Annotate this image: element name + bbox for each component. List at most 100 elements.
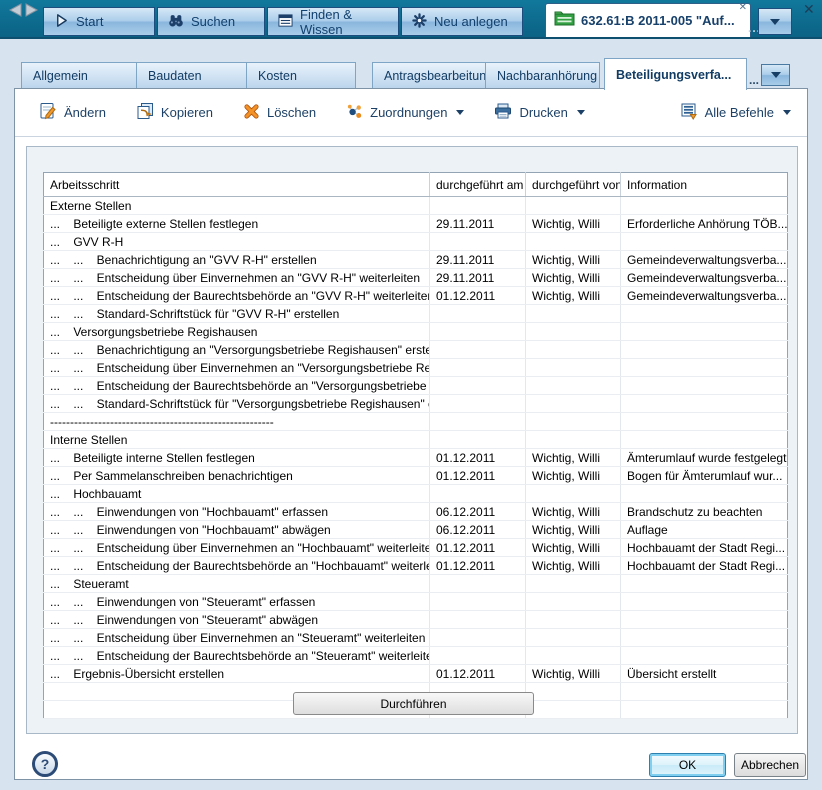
table-row[interactable]: Interne Stellen (44, 431, 788, 449)
table-row[interactable]: ... Per Sammelanschreiben benachrichtige… (44, 467, 788, 485)
table-row[interactable]: ... ... Entscheidung der Baurechtsbehörd… (44, 647, 788, 665)
table-row[interactable]: ... ... Standard-Schriftstück für "GVV R… (44, 305, 788, 323)
create-new-button-label: Neu anlegen (434, 14, 508, 29)
table-row[interactable]: ... ... Benachrichtigung an "GVV R-H" er… (44, 251, 788, 269)
table-row[interactable]: ... ... Benachrichtigung an "Versorgungs… (44, 341, 788, 359)
step-cell: ... Steueramt (44, 575, 430, 593)
tab-antragsbearbeitung[interactable]: Antragsbearbeitung (372, 62, 486, 89)
column-header-arbeitsschritt[interactable]: Arbeitsschritt (44, 173, 430, 197)
info-cell (621, 593, 788, 611)
person-cell: Wichtig, Willi (526, 251, 621, 269)
info-cell (621, 323, 788, 341)
table-row[interactable]: ... Ergebnis-Übersicht erstellen01.12.20… (44, 665, 788, 683)
window-close-icon[interactable]: ✕ (803, 1, 815, 18)
person-cell: Wichtig, Willi (526, 557, 621, 575)
durchfuehren-button[interactable]: Durchführen (293, 692, 534, 715)
table-row[interactable]: ... Steueramt (44, 575, 788, 593)
info-cell (621, 413, 788, 431)
chevron-down-icon (771, 72, 781, 78)
kopieren-command[interactable]: Kopieren (136, 102, 213, 123)
table-row[interactable]: ... ... Einwendungen von "Steueramt" erf… (44, 593, 788, 611)
info-cell (621, 377, 788, 395)
tab-baudaten[interactable]: Baudaten (136, 62, 247, 89)
column-header-durchgefuehrt-von[interactable]: durchgeführt von (526, 173, 621, 197)
table-row[interactable]: ... Hochbauamt (44, 485, 788, 503)
table-row[interactable]: ... GVV R-H (44, 233, 788, 251)
step-cell: ... ... Entscheidung über Einvernehmen a… (44, 539, 430, 557)
find-knowledge-button-label: Finden & Wissen (300, 7, 388, 37)
tab-beteiligungsverfahren-active[interactable]: Beteiligungsverfa... (604, 58, 747, 90)
table-row[interactable]: ... ... Entscheidung über Einvernehmen a… (44, 629, 788, 647)
table-row[interactable]: ... Beteiligte externe Stellen festlegen… (44, 215, 788, 233)
ok-button[interactable]: OK (649, 753, 726, 777)
search-button[interactable]: Suchen (157, 7, 265, 36)
table-row[interactable]: ... Beteiligte interne Stellen festlegen… (44, 449, 788, 467)
table-row[interactable]: ... ... Entscheidung der Baurechtsbehörd… (44, 377, 788, 395)
all-commands-icon (680, 102, 698, 123)
info-cell (621, 485, 788, 503)
tab-label: Kosten (258, 69, 297, 83)
table-row[interactable]: ... ... Einwendungen von "Steueramt" abw… (44, 611, 788, 629)
chevron-down-icon (783, 110, 791, 115)
loeschen-command[interactable]: Löschen (243, 103, 316, 123)
find-knowledge-button[interactable]: Finden & Wissen (267, 7, 399, 36)
alle-befehle-command[interactable]: Alle Befehle (680, 102, 791, 123)
person-cell (526, 431, 621, 449)
loeschen-label: Löschen (267, 105, 316, 120)
step-cell: ... ... Standard-Schriftstück für "Verso… (44, 395, 430, 413)
date-cell (430, 575, 526, 593)
date-cell (430, 323, 526, 341)
tab-kosten[interactable]: Kosten (246, 62, 356, 89)
chevron-down-icon (456, 110, 464, 115)
step-cell: ... ... Entscheidung der Baurechtsbehörd… (44, 287, 430, 305)
table-row[interactable]: ... ... Entscheidung der Baurechtsbehörd… (44, 557, 788, 575)
zuordnungen-command[interactable]: Zuordnungen (346, 103, 464, 123)
person-cell: Wichtig, Willi (526, 215, 621, 233)
person-cell (526, 395, 621, 413)
person-cell (526, 341, 621, 359)
table-row[interactable]: Externe Stellen (44, 197, 788, 215)
table-row[interactable]: ... ... Einwendungen von "Hochbauamt" er… (44, 503, 788, 521)
column-header-durchgefuehrt-am[interactable]: durchgeführt am (430, 173, 526, 197)
person-cell (526, 683, 621, 701)
document-tab-close-icon[interactable]: ✕ (739, 3, 747, 13)
drucken-command[interactable]: Drucken (494, 103, 584, 122)
question-mark-icon: ? (41, 756, 50, 772)
table-row[interactable]: ----------------------------------------… (44, 413, 788, 431)
step-cell: ... Versorgungsbetriebe Regishausen (44, 323, 430, 341)
table-header-row: Arbeitsschritt durchgeführt am durchgefü… (44, 173, 788, 197)
table-row[interactable]: ... Versorgungsbetriebe Regishausen (44, 323, 788, 341)
tab-label: Antragsbearbeitung (384, 69, 493, 83)
tabstrip-overflow-ellipsis: ... (749, 73, 759, 87)
column-header-information[interactable]: Information (621, 173, 788, 197)
document-tab[interactable]: 632.61:B 2011-005 "Auf... ✕ (545, 3, 751, 37)
step-cell: ... ... Entscheidung über Einvernehmen a… (44, 359, 430, 377)
dialog-panel: Ändern Kopieren (14, 88, 808, 780)
person-cell: Wichtig, Willi (526, 467, 621, 485)
info-cell: Brandschutz zu beachten (621, 503, 788, 521)
nav-back-forward-icons[interactable] (4, 2, 44, 18)
delete-x-icon (243, 103, 260, 123)
tab-nachbaranhoerung[interactable]: Nachbaranhörung (485, 62, 600, 89)
table-row[interactable]: ... ... Entscheidung über Einvernehmen a… (44, 539, 788, 557)
cancel-button[interactable]: Abbrechen (734, 753, 806, 777)
info-cell: Auflage (621, 521, 788, 539)
table-row[interactable]: ... ... Standard-Schriftstück für "Verso… (44, 395, 788, 413)
step-cell: Externe Stellen (44, 197, 430, 215)
help-button[interactable]: ? (32, 751, 58, 777)
tabstrip-dropdown-button[interactable] (761, 64, 790, 86)
alle-befehle-label: Alle Befehle (705, 105, 774, 120)
table-row[interactable]: ... ... Entscheidung über Einvernehmen a… (44, 269, 788, 287)
copy-icon (136, 102, 154, 123)
aendern-command[interactable]: Ändern (39, 102, 106, 123)
date-cell: 01.12.2011 (430, 287, 526, 305)
table-row[interactable]: ... ... Entscheidung der Baurechtsbehörd… (44, 287, 788, 305)
zuordnungen-label: Zuordnungen (370, 105, 447, 120)
start-button[interactable]: Start (43, 7, 155, 36)
person-cell (526, 377, 621, 395)
tab-allgemein[interactable]: Allgemein (21, 62, 137, 89)
create-new-button[interactable]: Neu anlegen (401, 7, 523, 36)
table-row[interactable]: ... ... Entscheidung über Einvernehmen a… (44, 359, 788, 377)
topbar-dropdown-button[interactable] (758, 8, 792, 35)
table-row[interactable]: ... ... Einwendungen von "Hochbauamt" ab… (44, 521, 788, 539)
